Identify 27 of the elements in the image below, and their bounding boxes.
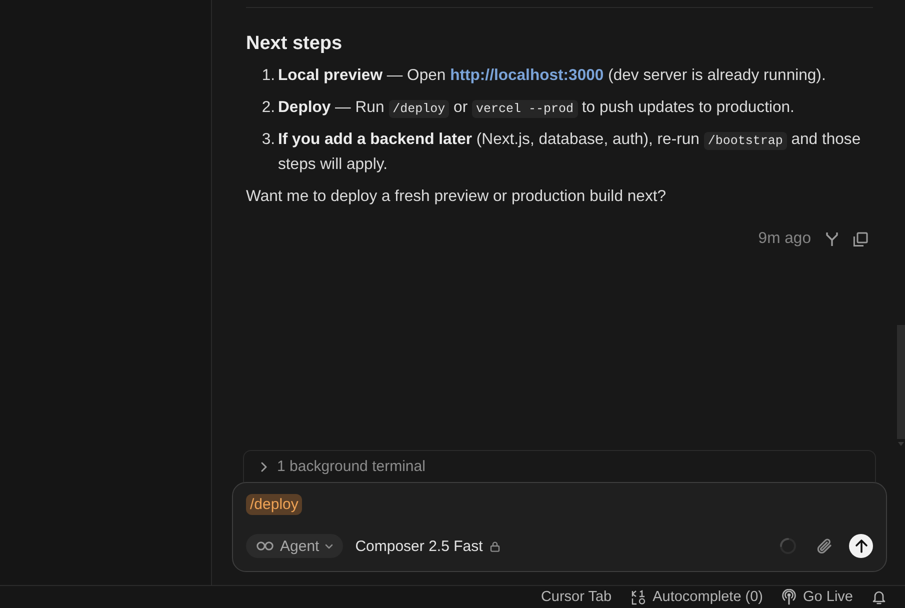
list-item-text: Deploy — Run /deploy or vercel --prod to push updates to production. <box>278 98 796 120</box>
send-button[interactable] <box>849 534 873 558</box>
list-number: 3. <box>262 130 276 150</box>
status-bar-item[interactable]: Autocomplete (0) <box>630 589 764 605</box>
link[interactable]: http://localhost:3000 <box>450 67 604 84</box>
list-number: 2. <box>262 98 276 118</box>
section-heading: Next steps <box>246 32 342 56</box>
fork-icon[interactable] <box>825 231 839 247</box>
message-input[interactable]: /deploy <box>246 494 873 516</box>
status-bar-item[interactable]: Go Live <box>782 589 853 605</box>
bell-icon[interactable] <box>872 589 886 605</box>
closing-question: Want me to deploy a fresh preview or production build next? <box>246 187 666 207</box>
command-chip: /deploy <box>246 494 302 515</box>
mode-dropdown[interactable]: Agent <box>246 534 344 558</box>
model-picker[interactable]: Composer 2.5 Fast <box>355 534 500 558</box>
paperclip-icon[interactable] <box>815 537 833 555</box>
glyph-grid-icon <box>630 590 646 604</box>
list-item-text: Local preview — Open http://localhost:3000 (dev server is already running). <box>278 66 827 86</box>
timestamp: 9m ago <box>758 230 811 248</box>
list-number: 1. <box>262 66 276 86</box>
list-item-text: If you add a backend later (Next.js, database, auth), re-run /bootstrap and those steps will apply. <box>278 130 862 175</box>
status-bar-item[interactable]: Cursor Tab <box>540 589 612 605</box>
copy-icon[interactable] <box>853 232 868 246</box>
infinity-icon <box>256 541 274 551</box>
arrow-up-icon <box>854 539 868 553</box>
chevron-down-icon <box>325 544 334 548</box>
broadcast-icon <box>782 589 796 605</box>
